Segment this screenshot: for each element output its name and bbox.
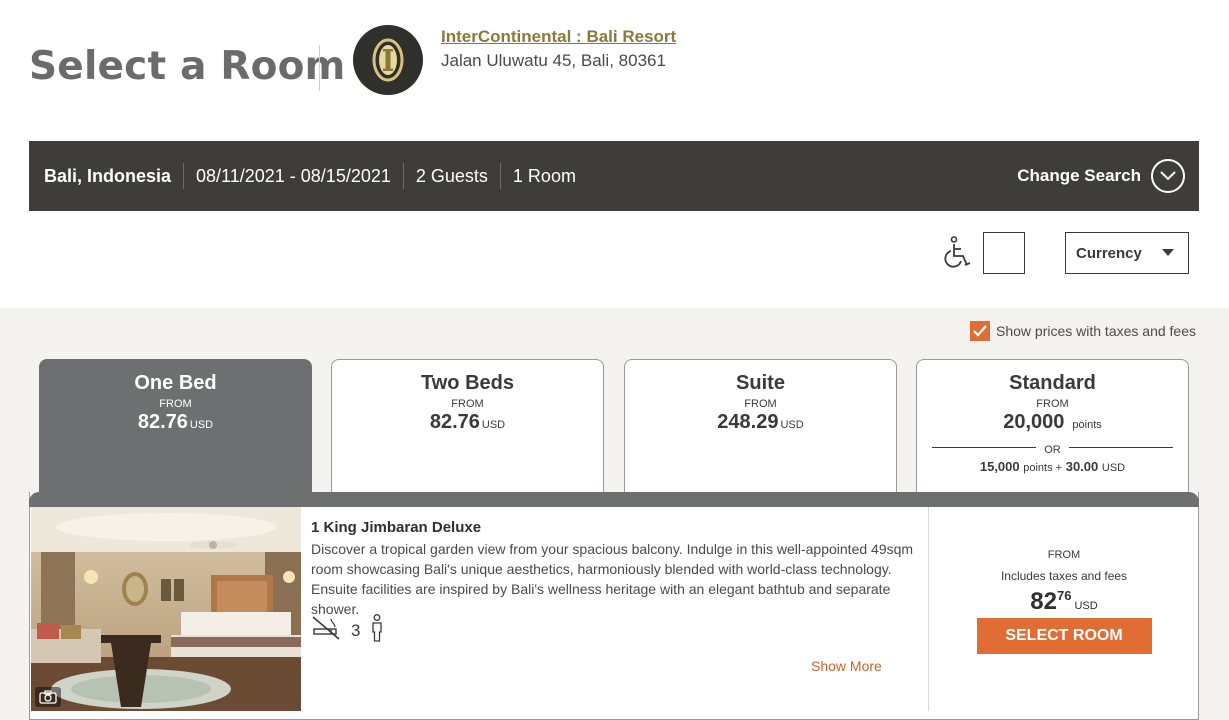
currency-label: Currency <box>1076 244 1142 262</box>
tab-price: 82.76 USD <box>429 411 506 433</box>
tab-two-beds[interactable]: Two Beds FROM 82.76 USD <box>331 359 604 492</box>
tab-from-label: FROM <box>1036 398 1069 410</box>
select-room-button[interactable]: SELECT ROOM <box>976 618 1152 654</box>
page-title: Select a Room <box>29 44 346 89</box>
change-search-button[interactable]: Change Search <box>1017 159 1185 193</box>
tab-standard[interactable]: Standard FROM 20,000 points OR 15,000 poi… <box>916 359 1189 492</box>
check-icon[interactable] <box>970 321 990 341</box>
accessible-rooms-checkbox[interactable] <box>983 232 1025 274</box>
occupancy-count: 3 <box>351 620 361 640</box>
search-summary-bar: Bali, Indonesia 08/11/2021 - 08/15/2021 … <box>29 141 1199 211</box>
chevron-down-icon <box>1151 159 1185 193</box>
room-title: 1 King Jimbaran Deluxe <box>311 519 482 536</box>
room-amenities: 3 <box>311 614 384 647</box>
hotel-name-link[interactable]: InterContinental : Bali Resort <box>441 27 676 47</box>
tab-from-label: FROM <box>744 398 777 410</box>
caret-down-icon <box>1162 244 1174 262</box>
room-card: 1 King Jimbaran Deluxe Discover a tropic… <box>29 492 1199 720</box>
camera-icon[interactable] <box>35 687 61 707</box>
no-smoking-icon <box>311 615 341 646</box>
page-header: Select a Room InterContinental : Bali Re… <box>0 0 1229 141</box>
room-description: Discover a tropical garden view from you… <box>311 541 914 617</box>
hotel-address: Jalan Uluwatu 45, Bali, 80361 <box>441 51 666 70</box>
tab-price: 82.76 USD <box>137 411 214 433</box>
room-price-panel: FROM Includes taxes and fees 8276USD SEL… <box>928 507 1199 711</box>
show-taxes-toggle[interactable]: Show prices with taxes and fees <box>970 321 1196 341</box>
card-top-strip <box>29 492 1199 507</box>
tab-label: One Bed <box>134 372 217 394</box>
tab-price: 248.29 USD <box>717 411 804 433</box>
points-plus-cash-price: 15,000 points + 30.00 USD <box>979 459 1126 474</box>
or-divider: OR <box>932 440 1173 456</box>
price-includes-label: Includes taxes and fees <box>1000 569 1128 583</box>
tab-suite[interactable]: Suite FROM 248.29 USD <box>624 359 897 492</box>
price-from-label: FROM <box>1047 549 1081 561</box>
search-rooms: 1 Room <box>499 163 588 189</box>
tab-label: Standard <box>1009 372 1096 394</box>
tab-label: Suite <box>736 372 785 394</box>
room-results: Show prices with taxes and fees One Bed … <box>0 308 1229 720</box>
person-icon <box>370 614 384 647</box>
search-location: Bali, Indonesia <box>44 166 172 186</box>
tab-price: 20,000 points <box>1003 411 1102 433</box>
currency-dropdown[interactable]: Currency <box>1065 232 1189 274</box>
room-photo[interactable] <box>31 507 301 711</box>
show-more-link[interactable]: Show More <box>811 658 882 674</box>
change-search-label: Change Search <box>1017 166 1141 185</box>
tab-label: Two Beds <box>421 372 514 394</box>
search-guests: 2 Guests <box>402 163 500 189</box>
room-price: 8276USD <box>1030 588 1098 615</box>
tab-from-label: FROM <box>451 398 484 410</box>
title-divider <box>319 45 320 91</box>
search-dates: 08/11/2021 - 08/15/2021 <box>183 163 403 189</box>
show-taxes-label: Show prices with taxes and fees <box>996 323 1196 339</box>
tab-one-bed[interactable]: One Bed FROM 82.76 USD <box>39 359 312 499</box>
hotel-logo-icon <box>353 25 423 95</box>
tab-from-label: FROM <box>159 398 192 410</box>
wheelchair-icon <box>944 236 972 275</box>
filter-row: Currency <box>0 232 1229 274</box>
